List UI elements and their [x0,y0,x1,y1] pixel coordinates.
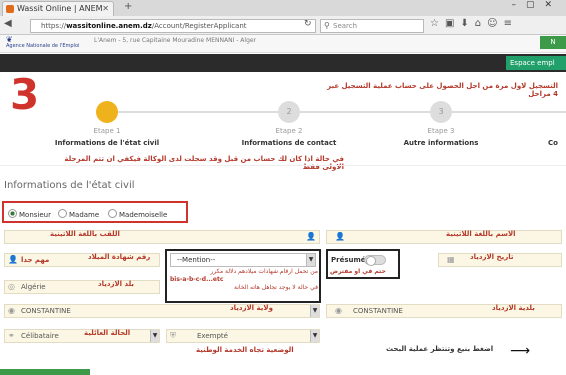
mention-note-2: في حالة لا يوجد تجاهل هاته الخانة [234,284,318,291]
existing-account-annotation: في حالة اذا كان لك حساب من قبل وقد سجلت … [64,155,344,171]
url-host: wassitonline.anem.dz [66,22,152,30]
window-controls[interactable]: –▢✕ [511,0,562,10]
step-2-label: Etape 2 [275,127,303,135]
tab-title: Wassit Online | ANEM [17,4,103,13]
radio-checked-icon [8,209,17,218]
logo-mark: ❦ [6,35,13,44]
bottom-green-bar [0,369,90,375]
new-tab-icon[interactable]: + [124,1,132,12]
radio-mademoiselle[interactable]: Mademoiselle [108,209,167,219]
browser-tab[interactable]: Wassit Online | ANEM ✕ [2,1,114,16]
presume-label: Présumé [331,256,366,264]
language-button[interactable]: N [540,36,566,49]
next-hint-annotation: اضغط بنيع وتنتظر عملية البحث [386,345,494,353]
step-3-circle: 3 [430,101,452,123]
url-bar[interactable]: https://wassitonline.anem.dz/Account/Reg… [30,19,316,33]
chevron-down-icon: ▼ [310,330,319,342]
radio-unchecked-icon [108,209,117,218]
radio-unchecked-icon [58,209,67,218]
prenom-latin-label: الاسم باللغة اللاتينية [446,230,516,238]
commune-label: بلدية الازدياد [492,304,535,312]
toggle-knob [366,256,376,266]
search-icon: ⚲ [324,21,330,30]
search-placeholder: Search [333,22,358,30]
shield-icon: ⛨ [170,331,176,340]
marital-select[interactable]: ⚭ Célibataire ▼ [4,329,160,343]
chevron-down-icon: ▼ [306,254,315,266]
espace-employeur-button[interactable]: Espace empl [506,56,566,70]
close-tab-icon[interactable]: ✕ [102,2,109,16]
divider [0,165,566,166]
mention-annotation: من تحمل ارقام شهادات ميلادهم دلالة مكرر … [170,268,318,292]
anem-logo: ❦ Agence Nationale de l'Emploi [0,36,90,52]
back-icon[interactable]: ◀ [4,18,12,29]
nom-latin-label: اللقب باللغة اللاتينية [50,230,120,238]
search-input[interactable]: ⚲ Search [320,19,424,33]
users-icon: ⚭ [8,331,15,340]
birth-cert-num-label: رقم شهادة الميلاد [88,253,151,261]
military-label: الوضعية تجاه الخدمة الوطنية [196,346,294,354]
reload-icon[interactable]: ↻ [304,19,312,29]
step-1-label: Etape 1 [93,127,121,135]
globe-icon: ◎ [8,282,15,291]
steps-progress-line [104,111,566,113]
military-select[interactable]: ⛨ Exempté ▼ [166,329,320,343]
step-1-title[interactable]: Informations de l'état civil [52,139,162,147]
section-title: Informations de l'état civil [4,180,135,191]
mention-bis-example: bis-a-b-c-d...etc [170,276,224,283]
url-prefix: https:// [41,22,67,30]
step-2-title[interactable]: Informations de contact [234,139,344,147]
step-4-title[interactable]: Co [548,139,566,147]
user-icon: 👤 [335,232,345,241]
location-icon: ◉ [8,306,15,315]
radio-madame[interactable]: Madame [58,209,99,219]
user-icon: 👤 [8,255,18,264]
annotation-number: 3 [10,70,40,119]
user-icon: 👤 [306,232,316,241]
favicon-icon [6,5,14,13]
wilaya-label: ولاية الازدياد [230,304,273,312]
arrow-right-icon: ⟶ [510,343,531,359]
chevron-down-icon: ▼ [150,330,159,342]
birth-country-label: بلد الازدياد [98,280,135,288]
intro-annotation: التسجيل لاول مرة من اجل الحصول على حساب … [327,82,558,98]
radio-monsieur[interactable]: Monsieur [8,209,51,219]
step-2-circle: 2 [278,101,300,123]
step-1-circle: 1 [96,101,118,123]
marital-label: الحالة العائلية [84,329,131,337]
presume-toggle[interactable] [364,255,386,266]
step-3-label: Etape 3 [427,127,455,135]
toolbar-icons[interactable]: ☆▣⬇⌂☺≡ [430,18,518,29]
birth-country-field[interactable]: ◎ Algérie [4,280,160,294]
site-address: L'Anem - 5, rue Capitaine Mouradine MENN… [94,37,257,44]
logo-text: Agence Nationale de l'Emploi [6,43,80,49]
dark-nav-band [0,54,566,72]
birth-date-label: تاريخ الازدياد [470,253,514,261]
location-icon: ◉ [335,306,342,315]
prenom-latin-field[interactable]: 👤 [326,230,562,244]
calendar-icon: ▦ [447,255,455,264]
mention-note: من تحمل ارقام شهادات ميلادهم دلالة مكرر [210,268,318,275]
presume-annotation: حتم في او مفترض [330,268,386,275]
url-path: /Account/RegisterApplicant [151,22,247,30]
step-3-title[interactable]: Autre informations [386,139,496,147]
chevron-down-icon: ▼ [310,305,319,317]
mention-select[interactable]: --Mention-- ▼ [170,253,316,267]
